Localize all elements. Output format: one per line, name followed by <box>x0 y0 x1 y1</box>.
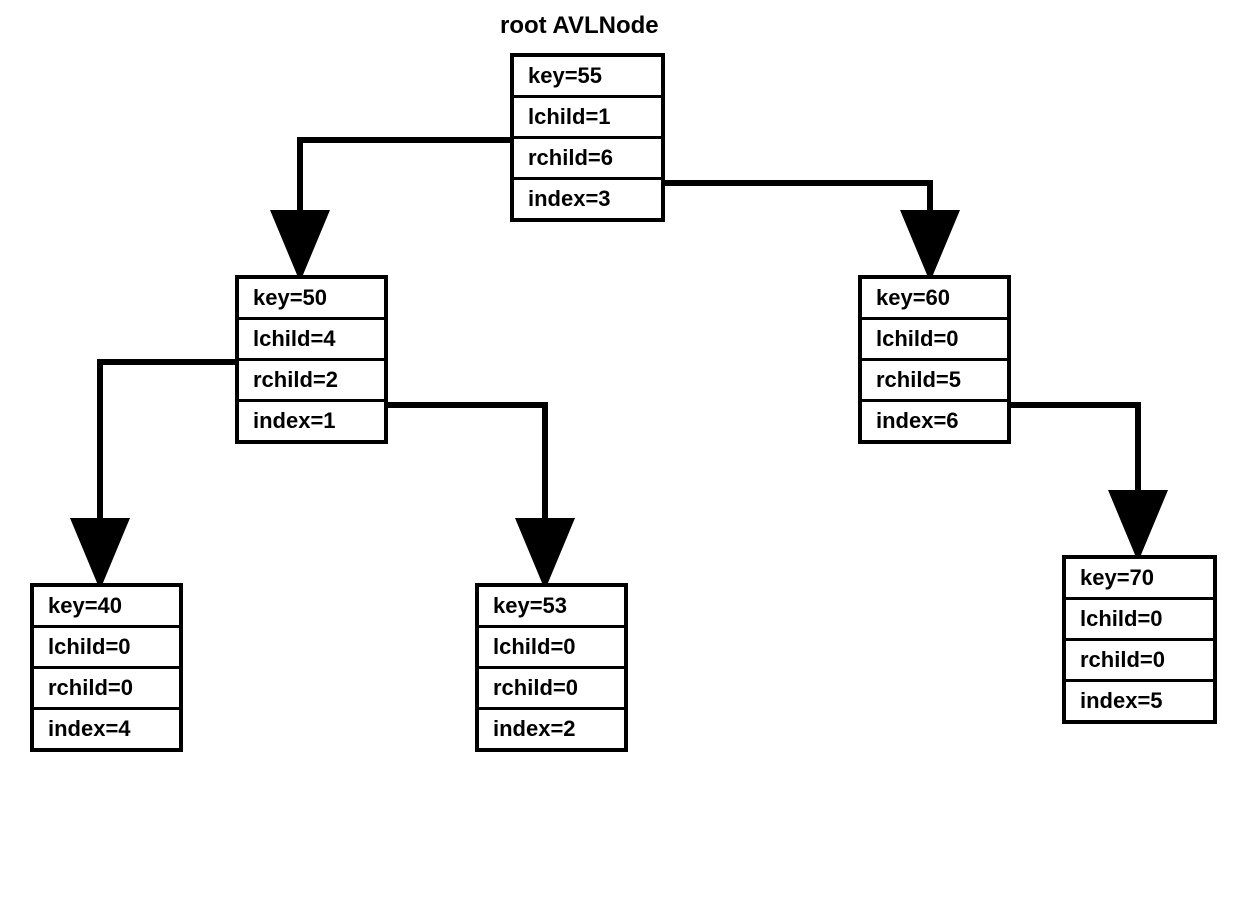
node-40-key: key=40 <box>34 587 179 628</box>
edge-root-right <box>665 183 930 270</box>
node-70-key: key=70 <box>1066 559 1213 600</box>
node-50-index: index=1 <box>239 402 384 440</box>
edge-50-left <box>100 362 235 578</box>
node-60: key=60 lchild=0 rchild=5 index=6 <box>858 275 1011 444</box>
node-50-lchild: lchild=4 <box>239 320 384 361</box>
node-53-index: index=2 <box>479 710 624 748</box>
node-50-rchild: rchild=2 <box>239 361 384 402</box>
node-50: key=50 lchild=4 rchild=2 index=1 <box>235 275 388 444</box>
node-60-key: key=60 <box>862 279 1007 320</box>
node-root-key: key=55 <box>514 57 661 98</box>
node-40-lchild: lchild=0 <box>34 628 179 669</box>
node-root-rchild: rchild=6 <box>514 139 661 180</box>
node-root-index: index=3 <box>514 180 661 218</box>
node-60-index: index=6 <box>862 402 1007 440</box>
node-53: key=53 lchild=0 rchild=0 index=2 <box>475 583 628 752</box>
edge-root-left <box>300 140 510 270</box>
node-53-lchild: lchild=0 <box>479 628 624 669</box>
node-70: key=70 lchild=0 rchild=0 index=5 <box>1062 555 1217 724</box>
node-root-lchild: lchild=1 <box>514 98 661 139</box>
node-53-key: key=53 <box>479 587 624 628</box>
node-53-rchild: rchild=0 <box>479 669 624 710</box>
node-60-lchild: lchild=0 <box>862 320 1007 361</box>
node-40-index: index=4 <box>34 710 179 748</box>
edge-60-right <box>1010 405 1138 550</box>
node-40: key=40 lchild=0 rchild=0 index=4 <box>30 583 183 752</box>
node-root: key=55 lchild=1 rchild=6 index=3 <box>510 53 665 222</box>
node-50-key: key=50 <box>239 279 384 320</box>
node-40-rchild: rchild=0 <box>34 669 179 710</box>
edge-50-right <box>387 405 545 578</box>
diagram-title: root AVLNode <box>500 12 659 40</box>
node-60-rchild: rchild=5 <box>862 361 1007 402</box>
node-70-rchild: rchild=0 <box>1066 641 1213 682</box>
node-70-index: index=5 <box>1066 682 1213 720</box>
node-70-lchild: lchild=0 <box>1066 600 1213 641</box>
